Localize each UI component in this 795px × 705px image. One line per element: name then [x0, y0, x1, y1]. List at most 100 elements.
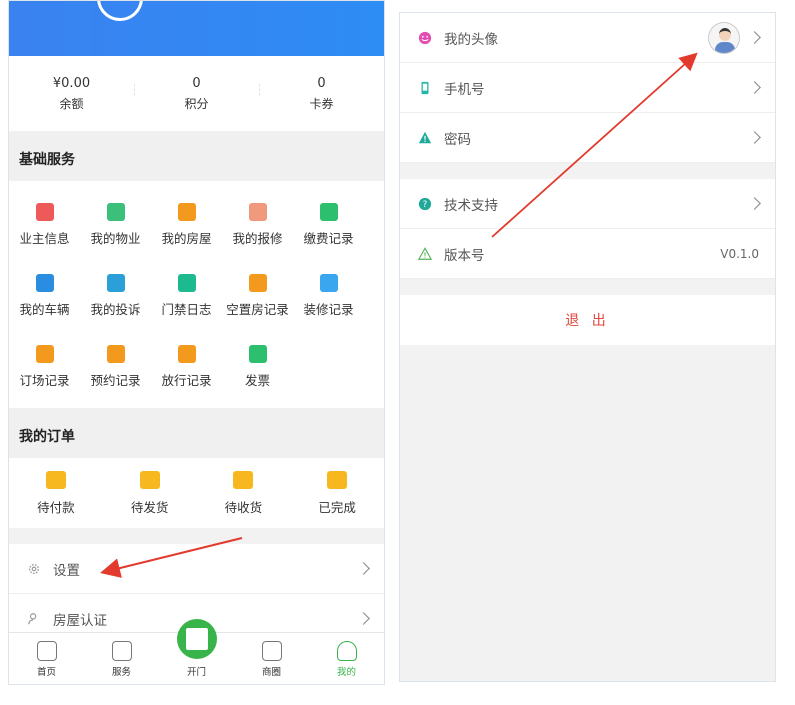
- user-verify-icon: [28, 612, 37, 624]
- stat-points-label: 积分: [184, 96, 209, 111]
- invoice-icon: [248, 344, 267, 363]
- payment-record-icon: [319, 202, 338, 221]
- profile-banner: [9, 1, 384, 56]
- service-item[interactable]: 预约记录: [80, 331, 151, 402]
- service-item[interactable]: 缴费记录: [293, 189, 364, 260]
- tab-mine-label: 我的: [336, 667, 356, 678]
- service-item[interactable]: 放行记录: [151, 331, 222, 402]
- chevron-right-icon: [748, 131, 761, 144]
- wallet-icon: [45, 470, 66, 489]
- service-item-label: 我的报修: [232, 230, 283, 246]
- service-item[interactable]: 装修记录: [293, 260, 364, 331]
- order-status-item[interactable]: 待收货: [197, 458, 291, 528]
- basic-services-grid: 业主信息 我的物业 我的房屋 我的报修 缴费记录我的车辆 我的投诉 门禁日志 空置房记录 装修记…: [9, 181, 384, 408]
- user-avatar[interactable]: [708, 21, 740, 54]
- mine-page-panel: ¥0.00 余额 0 积分 0 卡券 基础服务 业主信息 我的物业 我的房屋 我的报修…: [8, 0, 385, 685]
- order-status-item[interactable]: 待发货: [103, 458, 197, 528]
- settings-row[interactable]: 设置: [9, 544, 384, 594]
- stat-balance[interactable]: ¥0.00 余额: [9, 74, 134, 114]
- shop-icon: [261, 641, 282, 661]
- version-value: V0.1.0: [720, 246, 759, 261]
- service-item[interactable]: 我的报修: [222, 189, 293, 260]
- tab-home-label: 首页: [36, 667, 56, 678]
- tab-service[interactable]: 服务: [84, 633, 159, 684]
- tab-open-door-label: 开门: [186, 667, 206, 678]
- service-item-label: 发票: [244, 372, 270, 388]
- chevron-right-icon: [357, 612, 370, 625]
- service-item[interactable]: 我的投诉: [80, 260, 151, 331]
- phone-icon: [421, 81, 429, 94]
- password-row[interactable]: 密码: [400, 113, 775, 163]
- service-item-label: 门禁日志: [161, 301, 212, 317]
- tab-shop-label: 商圈: [261, 667, 281, 678]
- divider: [9, 528, 384, 544]
- avatar-row[interactable]: 我的头像: [400, 13, 775, 63]
- tab-shop[interactable]: 商圈: [234, 633, 309, 684]
- warning-icon: [418, 131, 432, 143]
- repair-icon: [248, 202, 267, 221]
- order-status-item[interactable]: 已完成: [290, 458, 384, 528]
- release-icon: [177, 344, 196, 363]
- order-status-label: 已完成: [318, 499, 356, 515]
- stat-balance-label: 余额: [59, 96, 84, 111]
- appointment-icon: [106, 344, 125, 363]
- svg-text:?: ?: [423, 200, 428, 210]
- qr-code-icon: [186, 628, 208, 650]
- profile-icon: [336, 641, 357, 661]
- service-item-label: 我的房屋: [161, 230, 212, 246]
- service-item-label: 缴费记录: [303, 230, 354, 246]
- stat-coupons-label: 卡券: [309, 96, 334, 111]
- phone-row-left: 手机号: [418, 78, 750, 98]
- owner-info-icon: [35, 202, 54, 221]
- service-item[interactable]: 我的物业: [80, 189, 151, 260]
- service-item-label: 我的物业: [90, 230, 141, 246]
- service-item[interactable]: 业主信息: [9, 189, 80, 260]
- tab-mine[interactable]: 我的: [309, 633, 384, 684]
- settings-label: 设置: [53, 562, 80, 579]
- service-item[interactable]: 发票: [222, 331, 293, 402]
- house-verify-label: 房屋认证: [53, 612, 107, 629]
- tab-home[interactable]: 首页: [9, 633, 84, 684]
- service-item[interactable]: 门禁日志: [151, 260, 222, 331]
- order-status-label: 待付款: [37, 499, 75, 515]
- service-item-label: 装修记录: [303, 301, 354, 317]
- password-label: 密码: [444, 131, 471, 148]
- tech-support-row[interactable]: ? 技术支持: [400, 179, 775, 229]
- service-item[interactable]: 订场记录: [9, 331, 80, 402]
- avatar-label: 我的头像: [444, 31, 498, 48]
- logout-button[interactable]: 退 出: [400, 295, 775, 345]
- service-item[interactable]: 我的房屋: [151, 189, 222, 260]
- divider: [400, 279, 775, 295]
- account-stats: ¥0.00 余额 0 积分 0 卡券: [9, 56, 384, 131]
- access-log-icon: [177, 273, 196, 292]
- completed-icon: [327, 470, 348, 489]
- warning-outline-icon: [418, 246, 432, 260]
- my-orders-title: 我的订单: [9, 408, 384, 458]
- order-status-label: 待发货: [130, 499, 169, 515]
- password-row-left: 密码: [418, 128, 750, 148]
- chevron-right-icon: [748, 197, 761, 210]
- service-item-label: 我的投诉: [90, 301, 141, 317]
- service-item[interactable]: 空置房记录: [222, 260, 293, 331]
- phone-row[interactable]: 手机号: [400, 63, 775, 113]
- gear-icon: [29, 563, 39, 574]
- stat-coupons[interactable]: 0 卡券: [259, 74, 384, 114]
- basic-services-title: 基础服务: [9, 131, 384, 181]
- profile-avatar-ring[interactable]: [97, 1, 143, 21]
- open-door-qr-button[interactable]: [177, 619, 217, 659]
- truck-icon: [233, 470, 254, 489]
- stat-points-value: 0: [192, 75, 201, 91]
- smile-icon: [418, 31, 432, 44]
- my-orders-row: 待付款 待发货 待收货 已完成: [9, 458, 384, 528]
- version-row-left: 版本号: [418, 244, 720, 264]
- order-status-item[interactable]: 待付款: [9, 458, 103, 528]
- service-item[interactable]: 我的车辆: [9, 260, 80, 331]
- package-icon: [139, 470, 160, 489]
- chevron-right-icon: [748, 81, 761, 94]
- stat-points[interactable]: 0 积分: [134, 74, 259, 114]
- version-label: 版本号: [444, 247, 485, 264]
- tech-support-row-left: ? 技术支持: [418, 194, 750, 214]
- building-icon: [106, 202, 125, 221]
- house-icon: [177, 202, 196, 221]
- service-icon: [111, 641, 132, 661]
